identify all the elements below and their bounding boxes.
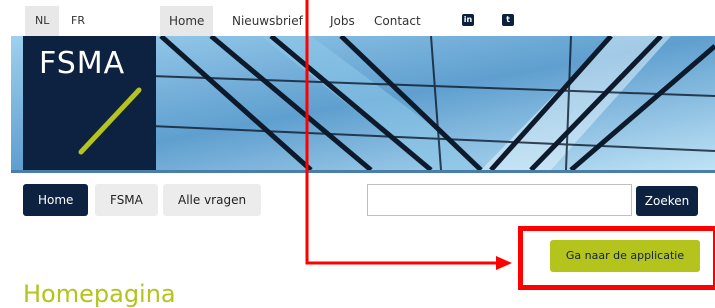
topnav-home-link[interactable]: Home — [160, 6, 214, 36]
page-title: Homepagina — [23, 280, 176, 308]
lang-nl-link[interactable]: NL — [25, 6, 60, 36]
nav-home-button[interactable]: Home — [23, 184, 89, 216]
highlight-box — [518, 226, 715, 290]
twitter-icon[interactable]: t — [502, 14, 514, 26]
linkedin-icon[interactable]: in — [462, 14, 474, 26]
nav-alle-vragen-button[interactable]: Alle vragen — [163, 184, 262, 216]
lang-fr-link[interactable]: FR — [61, 6, 95, 36]
topnav-contact-link[interactable]: Contact — [365, 6, 430, 36]
fsma-logo[interactable]: FSMA — [23, 36, 156, 170]
logo-slash-icon — [78, 87, 142, 155]
nav-fsma-button[interactable]: FSMA — [95, 184, 158, 216]
search-button[interactable]: Zoeken — [636, 186, 698, 216]
search-input[interactable] — [367, 184, 632, 216]
topnav-jobs-link[interactable]: Jobs — [321, 6, 364, 36]
banner-divider — [11, 170, 715, 173]
top-bar: NL FR Home Nieuwsbrief Jobs Contact in t — [0, 0, 715, 36]
topnav-nieuwsbrief-link[interactable]: Nieuwsbrief — [223, 6, 312, 36]
